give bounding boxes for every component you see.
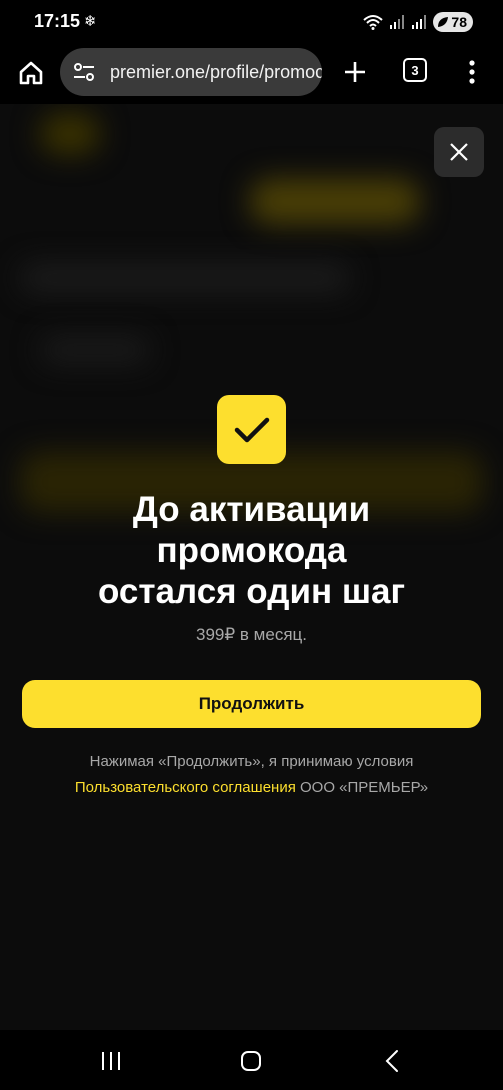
close-icon [450, 143, 468, 161]
modal-title-line-1: До активации [132, 490, 371, 529]
more-vert-icon [469, 60, 475, 84]
continue-button[interactable]: Продолжить [22, 680, 481, 728]
terms-suffix: ООО «ПРЕМЬЕР» [295, 779, 429, 796]
close-button[interactable] [434, 127, 484, 177]
blurred-text-2 [40, 336, 150, 364]
terms-text: Нажимая «Продолжить», я принимаю условия… [0, 749, 503, 801]
status-bar: 17:15 ❄ 78 [0, 0, 503, 44]
recents-icon[interactable] [99, 1050, 123, 1072]
price-text: 399₽ в месяц. [196, 625, 307, 644]
page-content: До активации промокода остался один шаг … [0, 104, 503, 1030]
blurred-logo [40, 114, 100, 154]
nav-home-icon[interactable] [240, 1050, 262, 1072]
modal-title-line-2: промокода [156, 531, 347, 570]
user-agreement-link[interactable]: Пользовательского соглашения [75, 779, 296, 796]
browser-toolbar: premier.one/profile/promocode 3 [0, 44, 503, 104]
status-indicators: 78 [363, 11, 473, 33]
status-time: 17:15 [34, 11, 81, 31]
browser-home-button[interactable] [14, 56, 48, 90]
snowflake-icon: ❄ [84, 13, 97, 30]
signal-icon [390, 15, 405, 29]
terms-second-line: Пользовательского соглашения ООО «ПРЕМЬЕ… [0, 775, 503, 801]
url-text: premier.one/profile/promocode [110, 61, 322, 82]
blurred-button [250, 179, 420, 224]
signal-icon-2 [412, 15, 427, 29]
plus-icon [345, 62, 365, 82]
new-tab-button[interactable] [339, 56, 371, 88]
leaf-icon [438, 17, 449, 27]
address-bar[interactable]: premier.one/profile/promocode [60, 48, 322, 96]
modal-title: До активации промокода остался один шаг [20, 489, 483, 612]
home-icon [19, 61, 43, 85]
blurred-text [20, 264, 350, 292]
wifi-icon [363, 15, 384, 30]
modal-title-line-3: остался один шаг [97, 572, 406, 611]
site-settings-icon[interactable] [72, 60, 96, 84]
browser-menu-button[interactable] [460, 56, 484, 88]
success-badge [217, 395, 286, 464]
terms-prefix: Нажимая «Продолжить», я принимаю условия [89, 753, 414, 770]
tab-switcher-button[interactable]: 3 [403, 58, 427, 82]
checkmark-icon [234, 417, 269, 442]
battery-level: 78 [451, 14, 467, 30]
back-icon[interactable] [384, 1049, 400, 1073]
battery-badge: 78 [433, 12, 473, 32]
system-nav-bar [0, 1030, 503, 1090]
